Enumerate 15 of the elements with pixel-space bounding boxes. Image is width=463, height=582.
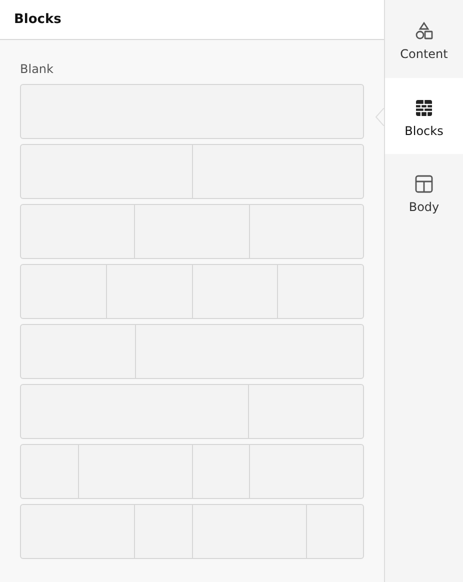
- panel-title: Blocks: [14, 12, 62, 27]
- block-layout-option[interactable]: [20, 144, 364, 199]
- block-layout-option[interactable]: [20, 264, 364, 319]
- block-layout-option[interactable]: [20, 84, 364, 139]
- sidebar-tab[interactable]: Content: [385, 0, 463, 78]
- block-layout-option[interactable]: [20, 324, 364, 379]
- block-layout-option[interactable]: [20, 504, 364, 559]
- block-layout-option[interactable]: [20, 384, 364, 439]
- brick-wall-icon: [414, 98, 434, 118]
- section-label: Blank: [20, 62, 54, 76]
- shapes-icon: [414, 21, 434, 41]
- sidebar-tab[interactable]: Body: [385, 154, 463, 230]
- block-layout-option[interactable]: [20, 204, 364, 259]
- block-layout-option[interactable]: [20, 444, 364, 499]
- layout-icon: [414, 174, 434, 194]
